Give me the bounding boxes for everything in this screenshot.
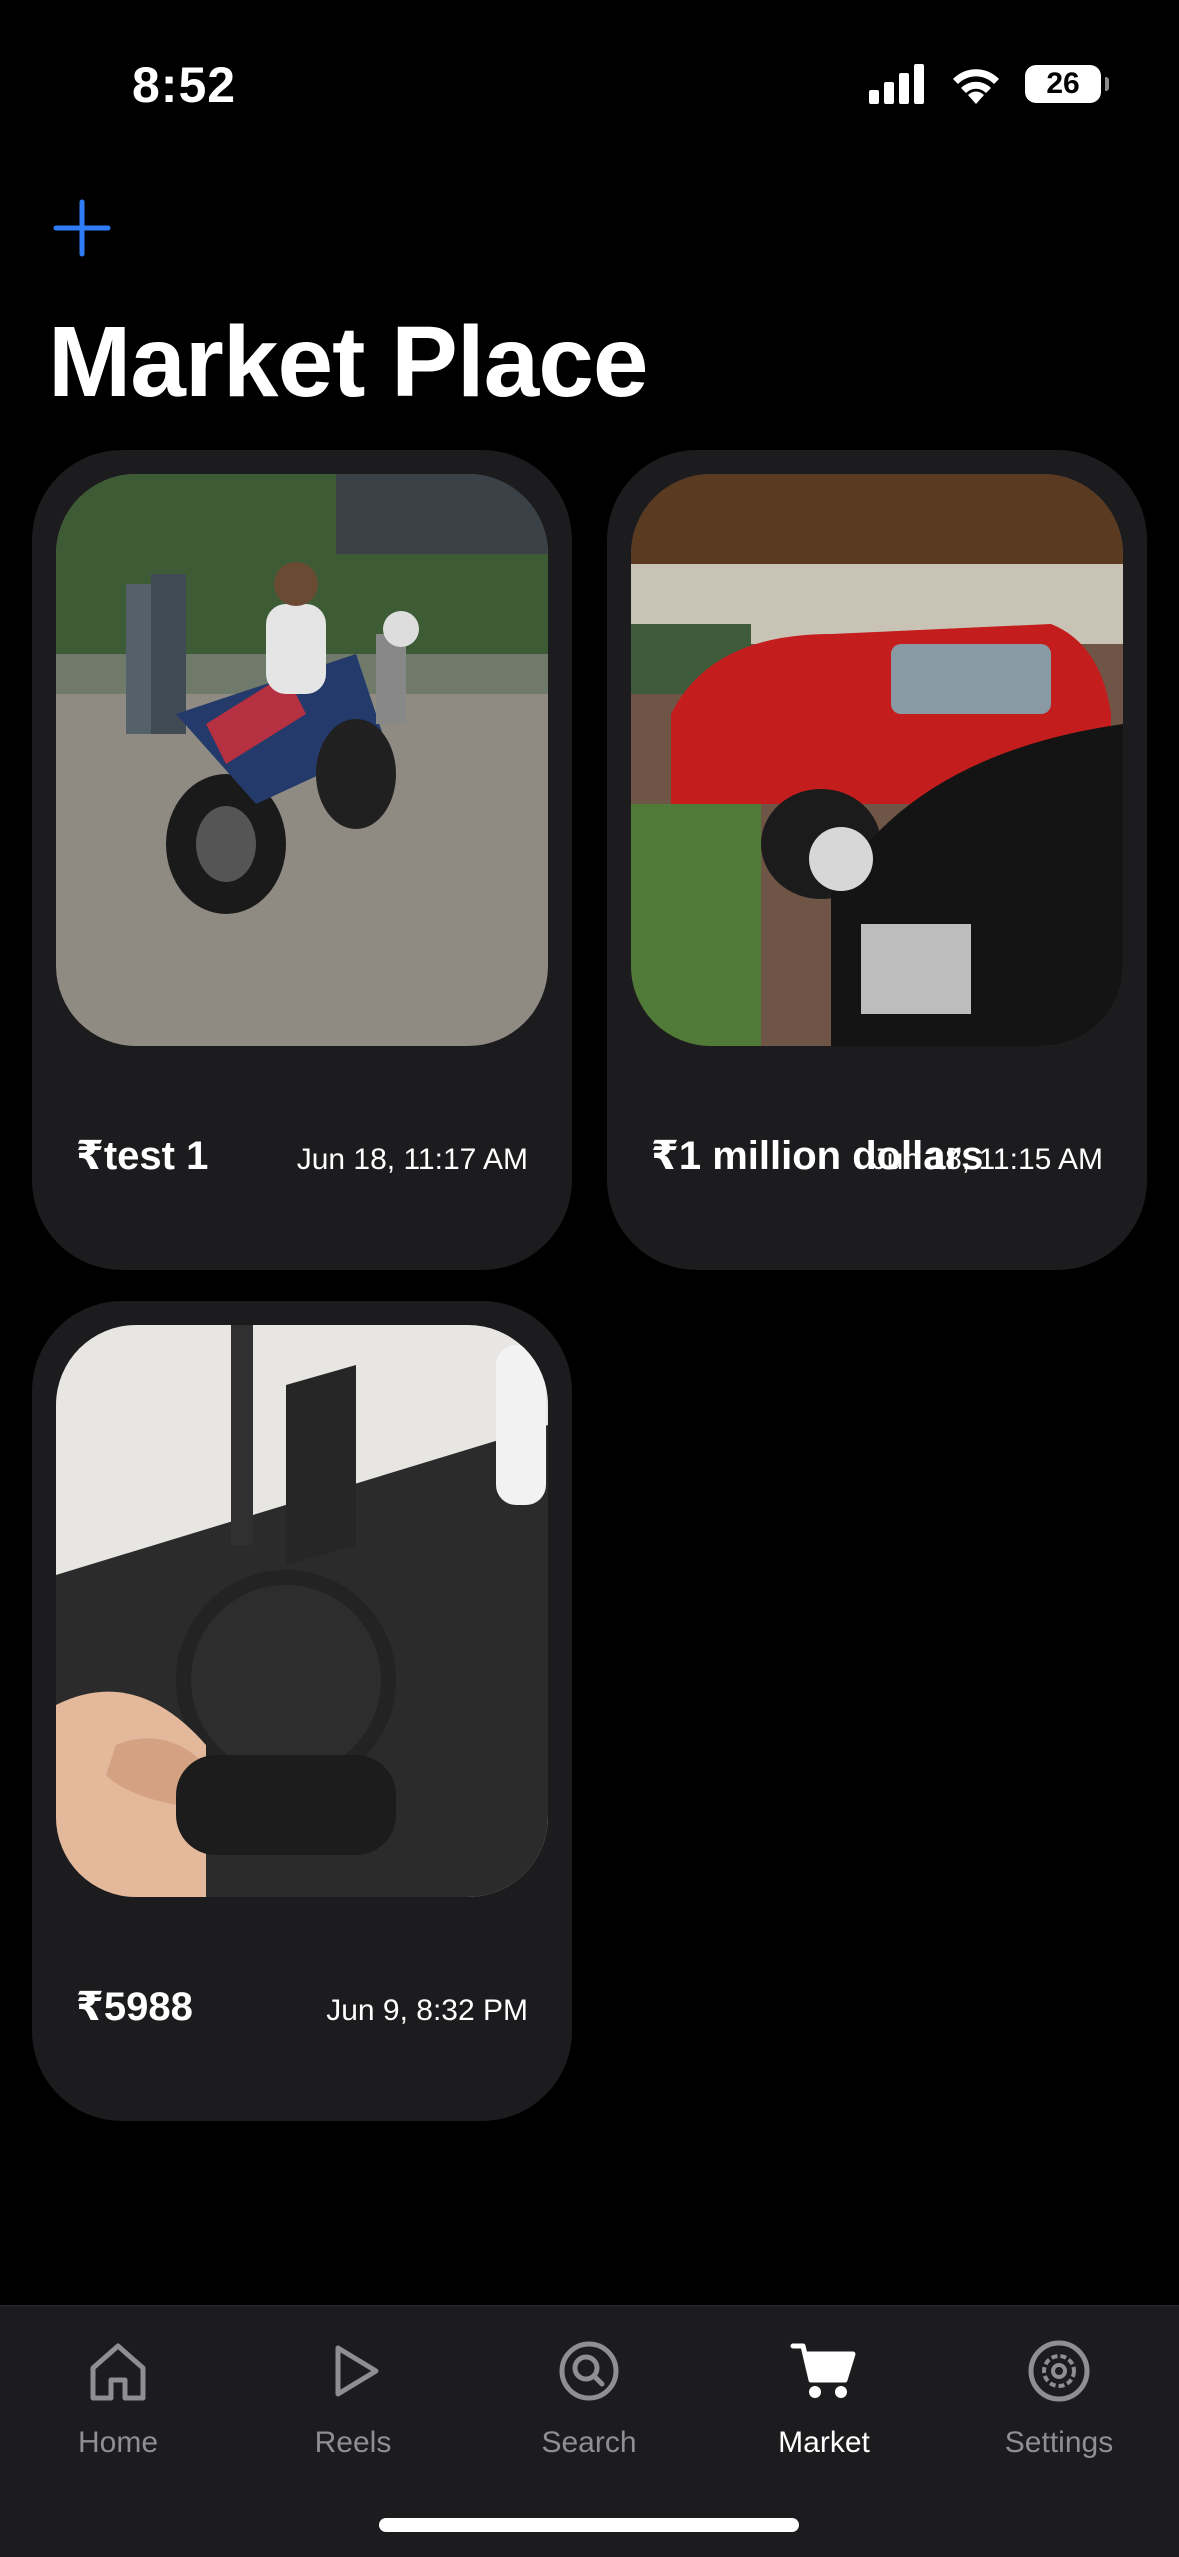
wifi-icon xyxy=(953,69,999,104)
tab-label-settings: Settings xyxy=(1004,2426,1114,2459)
tab-label-reels: Reels xyxy=(314,2426,392,2459)
tab-reels[interactable]: Reels xyxy=(253,2336,453,2476)
page-title: Market Place xyxy=(48,306,648,418)
tab-label-market: Market xyxy=(778,2426,870,2459)
listing-price: ₹test 1 xyxy=(76,1134,209,1178)
tab-home[interactable]: Home xyxy=(18,2336,218,2476)
battery-level: 26 xyxy=(1046,67,1080,100)
listing-image-headset xyxy=(56,1325,548,1897)
tab-market[interactable]: Market xyxy=(724,2336,924,2476)
listing-date: Jun 9, 8:32 PM xyxy=(326,1994,528,2027)
battery-icon: 26 xyxy=(1025,65,1109,103)
play-icon xyxy=(335,2345,379,2397)
listing-date: Jun 18, 11:15 AM xyxy=(871,1143,1103,1176)
home-indicator xyxy=(379,2518,799,2532)
listing-price: ₹5988 xyxy=(76,1985,193,2029)
listing-date: Jun 18, 11:17 AM xyxy=(296,1143,528,1176)
status-bar: 8:52 26 xyxy=(0,0,1179,175)
tab-settings[interactable]: Settings xyxy=(959,2336,1159,2476)
house-icon xyxy=(90,2343,146,2401)
listing-image-motorcycle xyxy=(56,474,548,1046)
tab-label-search: Search xyxy=(541,2426,637,2459)
search-icon xyxy=(559,2341,619,2401)
status-time: 8:52 xyxy=(132,57,237,113)
status-indicators: 26 xyxy=(867,64,1109,104)
tab-search[interactable]: Search xyxy=(489,2336,689,2476)
listing-image-vintage-cars xyxy=(631,474,1123,1046)
tab-label-home: Home xyxy=(77,2426,159,2459)
plus-icon[interactable] xyxy=(52,198,112,258)
signal-icon xyxy=(869,64,924,104)
gear-icon xyxy=(1028,2340,1090,2402)
cart-icon xyxy=(790,2343,856,2398)
